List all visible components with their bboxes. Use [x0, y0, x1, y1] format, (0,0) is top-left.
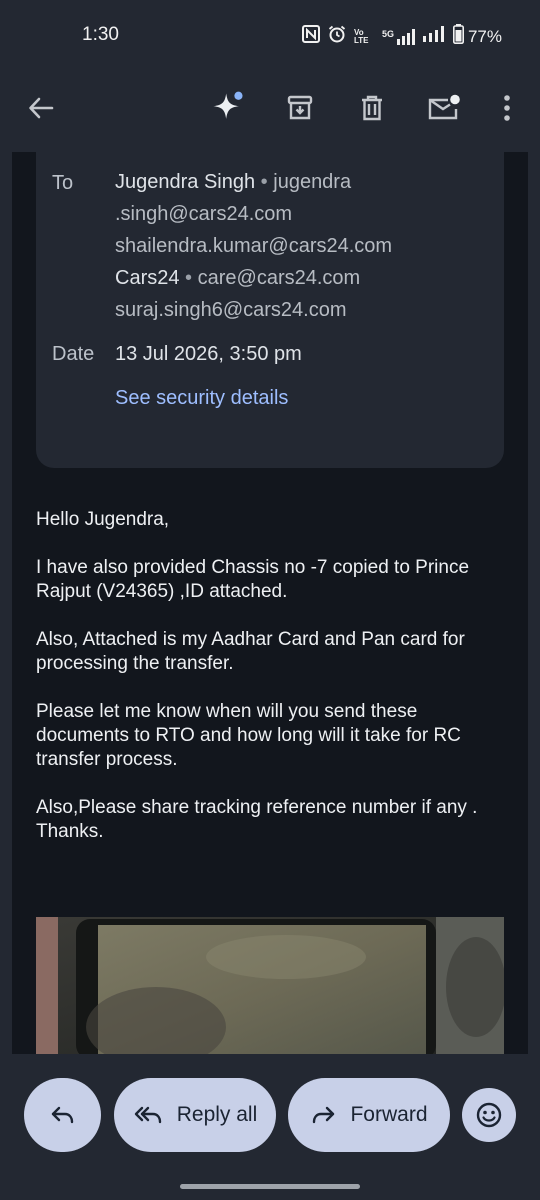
recipient-email: .singh@cars24.com [115, 203, 293, 225]
reply-button[interactable] [24, 1078, 101, 1152]
status-bar: 1:30 Vo LTE 5G 77% [0, 0, 540, 72]
recipient-name: Cars24 [115, 267, 180, 289]
email-content[interactable]: To Jugendra Singh • jugendra .singh@cars… [12, 152, 528, 1054]
separator-dot: • [260, 171, 268, 193]
attachment-photo [36, 917, 504, 1054]
back-button[interactable] [21, 88, 61, 128]
forward-label: Forward [350, 1103, 428, 1126]
recipient-list: Jugendra Singh • jugendra .singh@cars24.… [115, 166, 392, 326]
mail-unread-icon [428, 94, 460, 120]
reply-all-icon [134, 1106, 161, 1124]
forward-button[interactable]: Forward [288, 1078, 450, 1152]
forward-icon [313, 1106, 335, 1124]
recipient-3[interactable]: Cars24 • care@cars24.com [115, 262, 392, 294]
home-indicator[interactable] [180, 1184, 360, 1189]
email-toolbar [0, 72, 540, 142]
recipient-name: Jugendra Singh [115, 171, 256, 193]
body-paragraph: Also,Please share tracking reference num… [36, 797, 478, 842]
sparkle-icon [213, 91, 243, 119]
more-options-button[interactable] [487, 88, 527, 128]
status-icons: Vo LTE 5G 77% [301, 24, 502, 49]
emoji-reaction-button[interactable] [462, 1088, 516, 1142]
battery-percent: 77% [467, 26, 502, 46]
delete-button[interactable] [352, 88, 392, 128]
attachment-image[interactable] [36, 917, 504, 1054]
nfc-icon [301, 25, 320, 48]
recipient-email: care@cars24.com [197, 267, 361, 289]
emoji-icon [476, 1102, 502, 1128]
network-type-label: 5G [381, 28, 394, 39]
reply-all-button[interactable]: Reply all [114, 1078, 276, 1152]
mark-unread-button[interactable] [424, 88, 464, 128]
body-paragraph: Also, Attached is my Aadhar Card and Pan… [36, 629, 465, 674]
body-paragraph: Please let me know when will you send th… [36, 701, 461, 770]
to-label: To [52, 172, 74, 194]
signal-icon [422, 26, 445, 47]
body-paragraph: I have also provided Chassis no -7 copie… [36, 557, 470, 602]
separator-dot: • [185, 267, 193, 289]
status-time: 1:30 [82, 24, 119, 45]
arrow-left-icon [29, 97, 54, 119]
reply-all-label: Reply all [176, 1103, 258, 1126]
greeting: Hello Jugendra, [36, 509, 170, 530]
signal-5g-icon: 5G [381, 28, 415, 45]
battery-icon [452, 24, 464, 49]
recipient-4[interactable]: suraj.singh6@cars24.com [115, 294, 392, 326]
recipient-1[interactable]: Jugendra Singh • jugendra [115, 166, 392, 198]
archive-icon [287, 95, 313, 120]
date-value: 13 Jul 2026, 3:50 pm [115, 343, 302, 365]
recipient-email: jugendra [273, 171, 352, 193]
email-body: Hello Jugendra, I have also provided Cha… [36, 508, 506, 868]
recipient-2[interactable]: shailendra.kumar@cars24.com [115, 230, 392, 262]
date-label: Date [52, 343, 95, 365]
reply-actions-bar: Reply all Forward [0, 1056, 540, 1200]
gemini-button[interactable] [208, 88, 248, 128]
archive-button[interactable] [280, 88, 320, 128]
email-details-card: To Jugendra Singh • jugendra .singh@cars… [36, 152, 504, 468]
trash-icon [362, 95, 382, 121]
volte-icon: Vo LTE [353, 27, 369, 45]
alarm-icon [328, 25, 346, 48]
security-details-link[interactable]: See security details [115, 382, 288, 414]
more-vert-icon [504, 95, 510, 121]
reply-icon [51, 1106, 73, 1124]
